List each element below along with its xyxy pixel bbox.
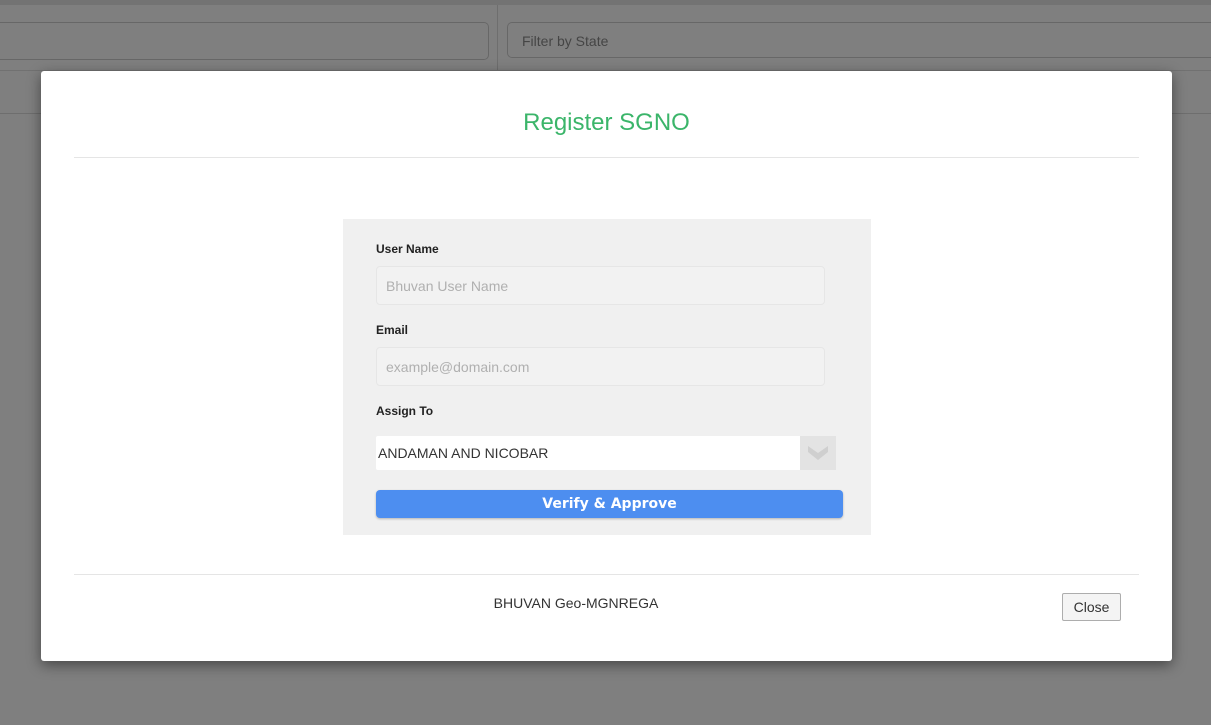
assign-to-selected-value: ANDAMAN AND NICOBAR bbox=[378, 445, 549, 461]
username-input[interactable] bbox=[376, 266, 825, 305]
assign-to-select[interactable]: ANDAMAN AND NICOBAR bbox=[376, 436, 836, 470]
email-label: Email bbox=[376, 323, 409, 337]
email-input[interactable] bbox=[376, 347, 825, 386]
header-divider bbox=[74, 157, 1139, 158]
select-dropdown-toggle[interactable] bbox=[800, 436, 836, 470]
footer-text: BHUVAN Geo-MGNREGA bbox=[493, 595, 659, 611]
close-button[interactable]: Close bbox=[1062, 593, 1121, 621]
register-sgno-modal: Register SGNO User Name Email Assign To … bbox=[41, 71, 1172, 661]
chevron-down-icon bbox=[808, 446, 828, 460]
footer-divider bbox=[74, 574, 1139, 575]
verify-approve-button[interactable]: Verify & Approve bbox=[376, 490, 843, 518]
modal-title: Register SGNO bbox=[523, 109, 690, 136]
assign-to-label: Assign To bbox=[376, 404, 434, 418]
username-label: User Name bbox=[376, 242, 439, 256]
register-form: User Name Email Assign To ANDAMAN AND NI… bbox=[343, 219, 871, 535]
